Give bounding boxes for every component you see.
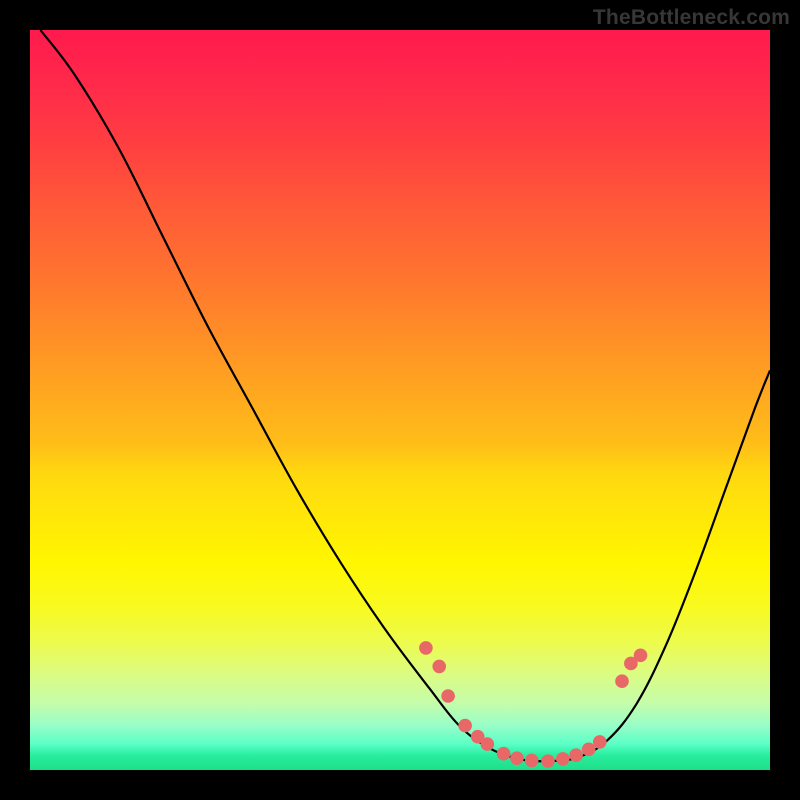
data-point-marker xyxy=(616,675,629,688)
data-point-marker xyxy=(594,736,607,749)
data-point-marker xyxy=(570,749,583,762)
curve-markers xyxy=(420,642,647,768)
data-point-marker xyxy=(459,719,472,732)
chart-svg xyxy=(30,30,770,770)
data-point-marker xyxy=(420,642,433,655)
curve-line xyxy=(40,30,770,761)
data-point-marker xyxy=(442,690,455,703)
data-point-marker xyxy=(525,754,538,767)
watermark-text: TheBottleneck.com xyxy=(593,6,790,30)
data-point-marker xyxy=(433,660,446,673)
data-point-marker xyxy=(542,755,555,768)
data-point-marker xyxy=(481,738,494,751)
data-point-marker xyxy=(511,752,524,765)
data-point-marker xyxy=(497,747,510,760)
data-point-marker xyxy=(634,649,647,662)
data-point-marker xyxy=(582,743,595,756)
chart-plot-area xyxy=(30,30,770,770)
data-point-marker xyxy=(557,753,570,766)
